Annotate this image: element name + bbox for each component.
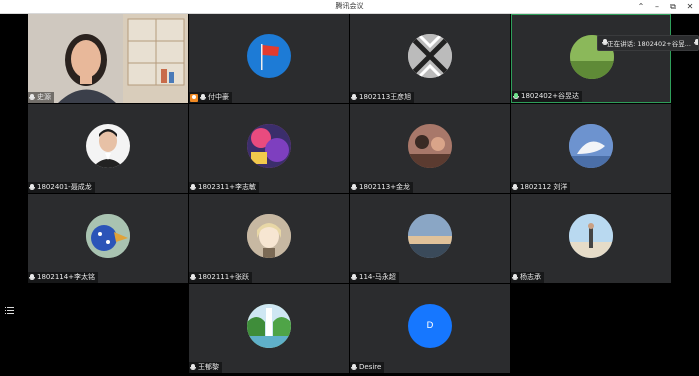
participant-name: 1802114+李太铭 — [37, 273, 96, 281]
video-grid: 史源 付中豪 1802113王彦旭 1802402+谷昱达 1802401-聂成… — [28, 14, 671, 376]
participant-avatar — [247, 124, 291, 168]
participant-avatar — [247, 214, 291, 258]
participant-tile[interactable]: 114-马永超 — [350, 194, 510, 283]
participant-tile[interactable]: 1802113+金龙 — [350, 104, 510, 193]
participant-name-bar: 1802402+谷昱达 — [512, 91, 583, 102]
microphone-icon — [29, 93, 35, 102]
participant-avatar — [86, 124, 130, 168]
participant-tile[interactable]: 付中豪 — [189, 14, 349, 103]
microphone-icon — [351, 363, 357, 372]
microphone-icon — [200, 93, 206, 102]
participant-avatar — [247, 34, 291, 78]
host-icon — [190, 93, 198, 102]
microphone-icon — [29, 273, 35, 282]
participant-name: 1802113王彦旭 — [359, 93, 412, 101]
participant-name: 1802111+张跃 — [198, 273, 250, 281]
pin-button[interactable]: ⌃ — [633, 0, 649, 13]
participant-name: 杨志承 — [520, 273, 541, 281]
participant-name: 1802113+金龙 — [359, 183, 411, 191]
participant-avatar — [408, 34, 452, 78]
maximize-button[interactable]: ⧉ — [665, 0, 681, 13]
participant-tile[interactable]: 1802311+李志敏 — [189, 104, 349, 193]
participant-tile[interactable]: 1802112 刘洋 — [511, 104, 671, 193]
participant-name-bar: Desire — [350, 362, 385, 373]
minimize-button[interactable]: – — [649, 0, 665, 13]
microphone-icon — [602, 39, 609, 47]
participant-name-bar: 史源 — [28, 92, 54, 103]
participant-name-bar: 1802113+金龙 — [350, 182, 414, 193]
participant-name-bar: 1802111+张跃 — [189, 272, 253, 283]
participant-name: 王郁黎 — [198, 363, 219, 371]
participant-name: 付中豪 — [208, 93, 229, 101]
participant-tile[interactable]: 王郁黎 — [189, 284, 349, 373]
participant-tile-speaking[interactable]: 1802402+谷昱达 — [511, 14, 671, 103]
participant-avatar: D — [408, 304, 452, 348]
microphone-icon — [512, 273, 518, 282]
avatar-letter: D — [426, 321, 434, 331]
participant-name-bar: 付中豪 — [189, 92, 232, 103]
participant-name-bar: 1802401-聂成龙 — [28, 182, 95, 193]
microphone-icon — [190, 363, 196, 372]
microphone-icon — [512, 183, 518, 192]
participant-name-bar: 1802112 刘洋 — [511, 182, 571, 193]
participant-name: 1802401-聂成龙 — [37, 183, 92, 191]
title-bar: 腾讯会议 ⌃ – ⧉ ✕ — [0, 0, 699, 14]
participant-name-bar: 1802311+李志敏 — [189, 182, 260, 193]
participant-tile[interactable]: D Desire — [350, 284, 510, 373]
microphone-active-icon — [513, 92, 519, 101]
microphone-icon — [351, 273, 357, 282]
member-list-toggle-icon[interactable] — [5, 306, 14, 315]
participant-name-bar: 王郁黎 — [189, 362, 222, 373]
participant-name: 1802402+谷昱达 — [521, 92, 580, 100]
participant-tile[interactable]: 史源 — [28, 14, 188, 103]
participant-avatar — [408, 124, 452, 168]
participant-avatar — [247, 304, 291, 348]
participant-tile[interactable]: 1802114+李太铭 — [28, 194, 188, 283]
microphone-icon — [693, 39, 698, 47]
participant-name: 114-马永超 — [359, 273, 396, 281]
participant-tile[interactable]: 1802113王彦旭 — [350, 14, 510, 103]
participant-name-bar: 114-马永超 — [350, 272, 399, 283]
microphone-icon — [29, 183, 35, 192]
participant-name-bar: 1802114+李太铭 — [28, 272, 99, 283]
camera-video-feed — [28, 14, 188, 103]
participant-name: 1802112 刘洋 — [520, 183, 568, 191]
participant-avatar — [569, 214, 613, 258]
window-title: 腾讯会议 — [335, 2, 364, 10]
close-button[interactable]: ✕ — [682, 0, 698, 13]
participant-name: 史源 — [37, 93, 51, 101]
microphone-icon — [190, 273, 196, 282]
microphone-icon — [351, 93, 357, 102]
participant-name-bar: 1802113王彦旭 — [350, 92, 415, 103]
participant-avatar — [569, 124, 613, 168]
participant-name-bar: 杨志承 — [511, 272, 544, 283]
microphone-icon — [190, 183, 196, 192]
speaking-indicator-text: 正在讲话: 1802402+谷昱... — [607, 40, 691, 48]
participant-avatar — [86, 214, 130, 258]
participant-tile[interactable]: 1802111+张跃 — [189, 194, 349, 283]
microphone-icon — [351, 183, 357, 192]
participant-name: 1802311+李志敏 — [198, 183, 257, 191]
participant-tile[interactable]: 1802401-聂成龙 — [28, 104, 188, 193]
participant-avatar — [408, 214, 452, 258]
participant-name: Desire — [359, 363, 382, 371]
speaking-indicator[interactable]: 正在讲话: 1802402+谷昱... — [597, 35, 699, 51]
participant-tile[interactable]: 杨志承 — [511, 194, 671, 283]
